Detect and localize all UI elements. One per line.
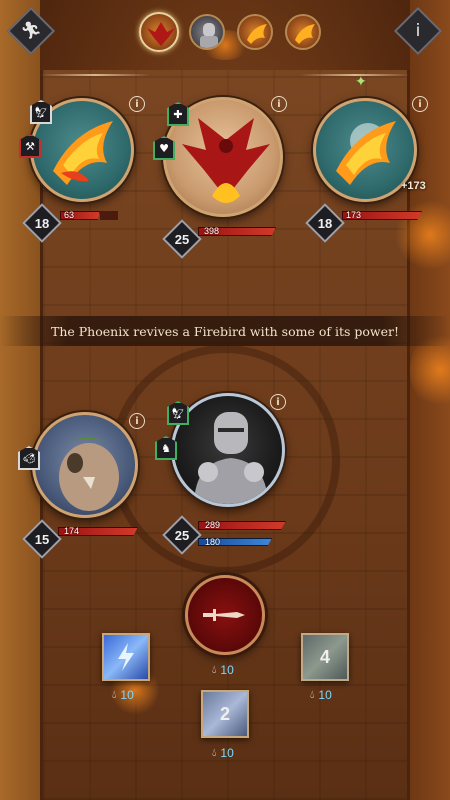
heal-popup: +173 — [401, 180, 426, 192]
mana-drop-icon: 💧︎ — [310, 688, 315, 701]
sword-icon — [203, 609, 245, 621]
info-icon: i — [415, 21, 421, 41]
battle-narration: The Phoenix revives a Firebird with some… — [0, 316, 450, 346]
ability-cost: 💧︎ 10 — [310, 688, 332, 702]
mana-drop-icon: 💧︎ — [212, 663, 217, 676]
phoenix-icon — [147, 22, 175, 46]
turn-order-knight[interactable] — [189, 14, 225, 50]
ability-cost: 💧︎ 10 — [112, 688, 134, 702]
hp-bar-empty — [100, 211, 118, 220]
ability-lightning-card[interactable] — [102, 633, 150, 681]
unit-info-button[interactable]: i — [129, 96, 145, 112]
running-man-icon: 🏃︎ — [20, 21, 42, 41]
armor-value: 180 — [205, 537, 221, 547]
ability-cost: 💧︎ 10 — [212, 663, 234, 677]
ability-shield-card[interactable]: 2 — [201, 690, 249, 738]
sparkle-icon: ✦ — [355, 74, 367, 90]
firebird-icon — [295, 24, 315, 44]
ability-cost: 💧︎ 10 — [212, 746, 234, 760]
ability-charges: 4 — [319, 646, 330, 667]
turn-order-firebird[interactable] — [237, 14, 273, 50]
ability-rock-card[interactable]: 4 — [301, 633, 349, 681]
unit-info-button[interactable]: i — [412, 96, 428, 112]
hp-value: 398 — [204, 226, 220, 236]
turn-order-phoenix[interactable] — [139, 12, 179, 52]
lightning-icon — [118, 643, 134, 671]
hp-value: 173 — [346, 210, 362, 220]
top-divider — [40, 74, 150, 76]
hp-value: 63 — [64, 210, 75, 220]
unit-info-button[interactable]: i — [271, 96, 287, 112]
hp-value: 289 — [205, 520, 221, 530]
unit-info-button[interactable]: i — [270, 394, 286, 410]
ability-charges: 2 — [219, 703, 230, 724]
ally-beast-portrait[interactable] — [32, 412, 138, 518]
turn-order-firebird[interactable] — [285, 14, 321, 50]
unit-info-button[interactable]: i — [129, 413, 145, 429]
mana-drop-icon: 💧︎ — [212, 746, 217, 759]
attack-button[interactable] — [185, 575, 265, 655]
mana-drop-icon: 💧︎ — [112, 688, 117, 701]
hp-value: 174 — [64, 526, 80, 536]
firebird-icon — [247, 24, 267, 44]
